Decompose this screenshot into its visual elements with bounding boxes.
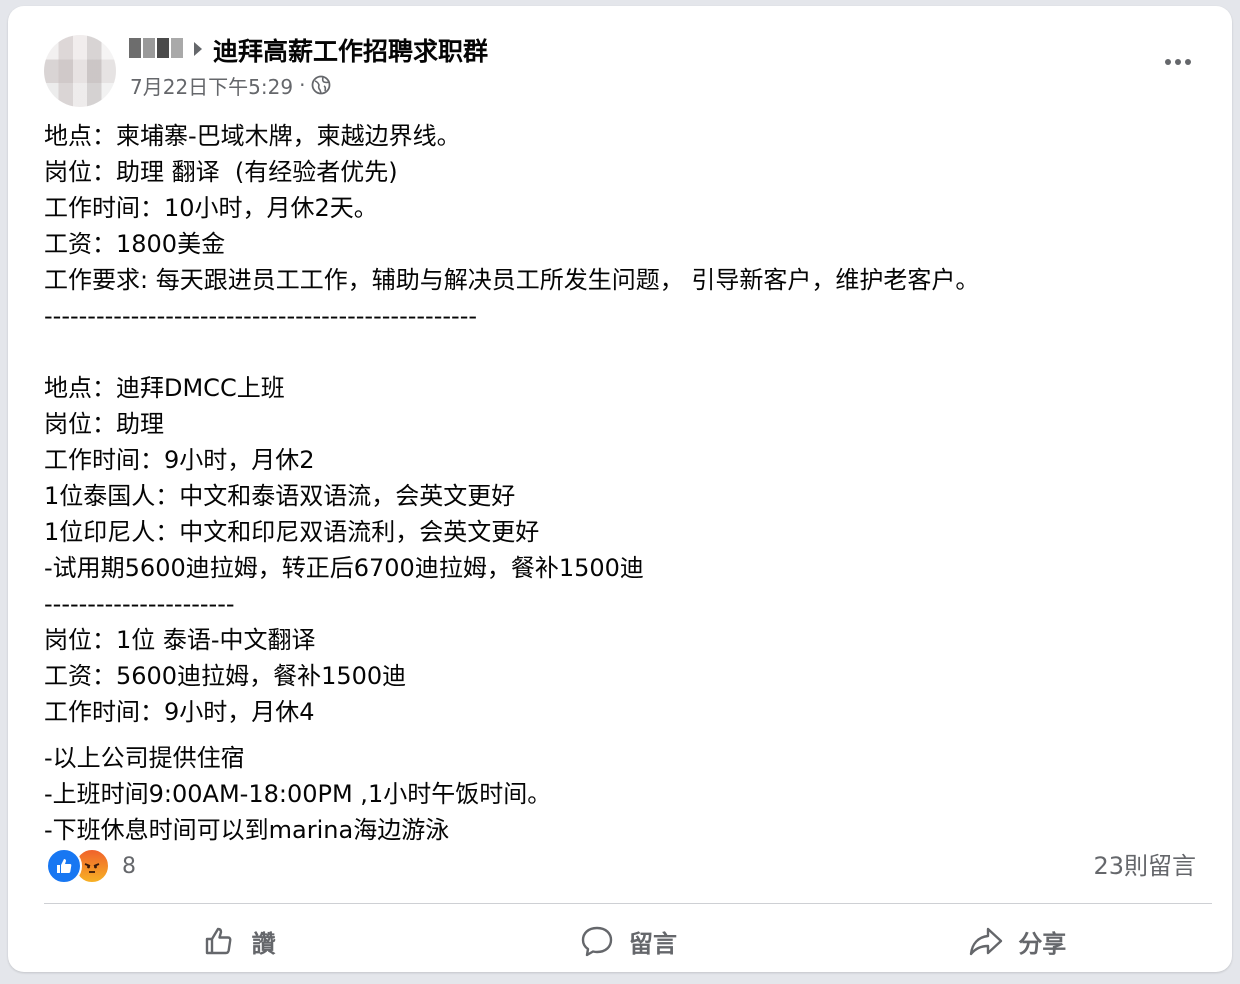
like-label: 讚: [251, 929, 276, 958]
globe-icon[interactable]: [311, 75, 331, 95]
post-line: ----------------------: [44, 590, 235, 618]
post-timestamp[interactable]: 7月22日下午5:29: [130, 71, 293, 100]
post-line: 地点：柬埔寨-巴域木牌，柬越边界线。: [44, 122, 461, 150]
post-line: 岗位：助理 翻译 (有经验者优先): [44, 158, 398, 186]
meta-separator: ·: [299, 73, 306, 97]
post-line: -上班时间9:00AM-18:00PM ,1小时午饭时间。: [44, 780, 552, 808]
comment-bubble-icon: [581, 926, 613, 957]
post-line: 地点：迪拜DMCC上班: [44, 374, 285, 402]
comment-label: 留言: [628, 929, 677, 958]
post-line: 1位印尼人：中文和印尼双语流利，会英文更好: [44, 518, 540, 546]
group-name-link[interactable]: 迪拜高薪工作招聘求职群: [213, 32, 488, 68]
post-line: 工作要求: 每天跟进员工工作，辅助与解决员工所发生问题， 引导新客户，维护老客户…: [44, 266, 980, 294]
post-line: 岗位：1位 泰语-中文翻译: [44, 626, 316, 654]
triangle-right-icon: [194, 42, 202, 56]
comments-count-link[interactable]: 23則留言: [1093, 848, 1196, 884]
post-line: -以上公司提供住宿: [44, 744, 245, 772]
thumbs-up-icon: [205, 927, 232, 955]
blurred-author-name[interactable]: [129, 37, 185, 59]
share-arrow-icon: [970, 927, 1003, 956]
reactions-summary[interactable]: 8: [46, 848, 136, 884]
like-button[interactable]: 讚: [44, 912, 433, 970]
share-label: 分享: [1018, 929, 1067, 958]
post-line: -下班休息时间可以到marina海边游泳: [44, 816, 450, 844]
post-line: 工资：1800美金: [44, 230, 226, 258]
post-line: 工资：5600迪拉姆，餐补1500迪: [44, 662, 407, 690]
post-line: 1位泰国人：中文和泰语双语流，会英文更好: [44, 482, 516, 510]
action-bar: 讚 留言 分享: [44, 912, 1212, 970]
comment-button[interactable]: 留言: [433, 912, 822, 970]
post-meta: 7月22日下午5:29 ·: [130, 71, 331, 100]
post-line: ----------------------------------------…: [44, 302, 478, 330]
avatar[interactable]: [44, 35, 116, 107]
reaction-count: 8: [122, 853, 136, 879]
post-line: 岗位：助理: [44, 410, 164, 438]
share-button[interactable]: 分享: [823, 912, 1212, 970]
post-line: [44, 334, 1204, 370]
like-icon: [46, 848, 82, 884]
more-options-button[interactable]: [1160, 50, 1196, 74]
post-card: 迪拜高薪工作招聘求职群 7月22日下午5:29 · 地点：柬埔寨-巴域木牌，柬越…: [8, 6, 1232, 972]
post-line: -试用期5600迪拉姆，转正后6700迪拉姆，餐补1500迪: [44, 554, 644, 582]
post-line: 工作时间：9小时，月休2: [44, 446, 315, 474]
divider: [44, 903, 1212, 904]
post-body: 地点：柬埔寨-巴域木牌，柬越边界线。 岗位：助理 翻译 (有经验者优先) 工作时…: [44, 118, 1204, 848]
post-line: 工作时间：10小时，月休2天。: [44, 194, 378, 222]
post-line: 工作时间：9小时，月休4: [44, 698, 315, 726]
